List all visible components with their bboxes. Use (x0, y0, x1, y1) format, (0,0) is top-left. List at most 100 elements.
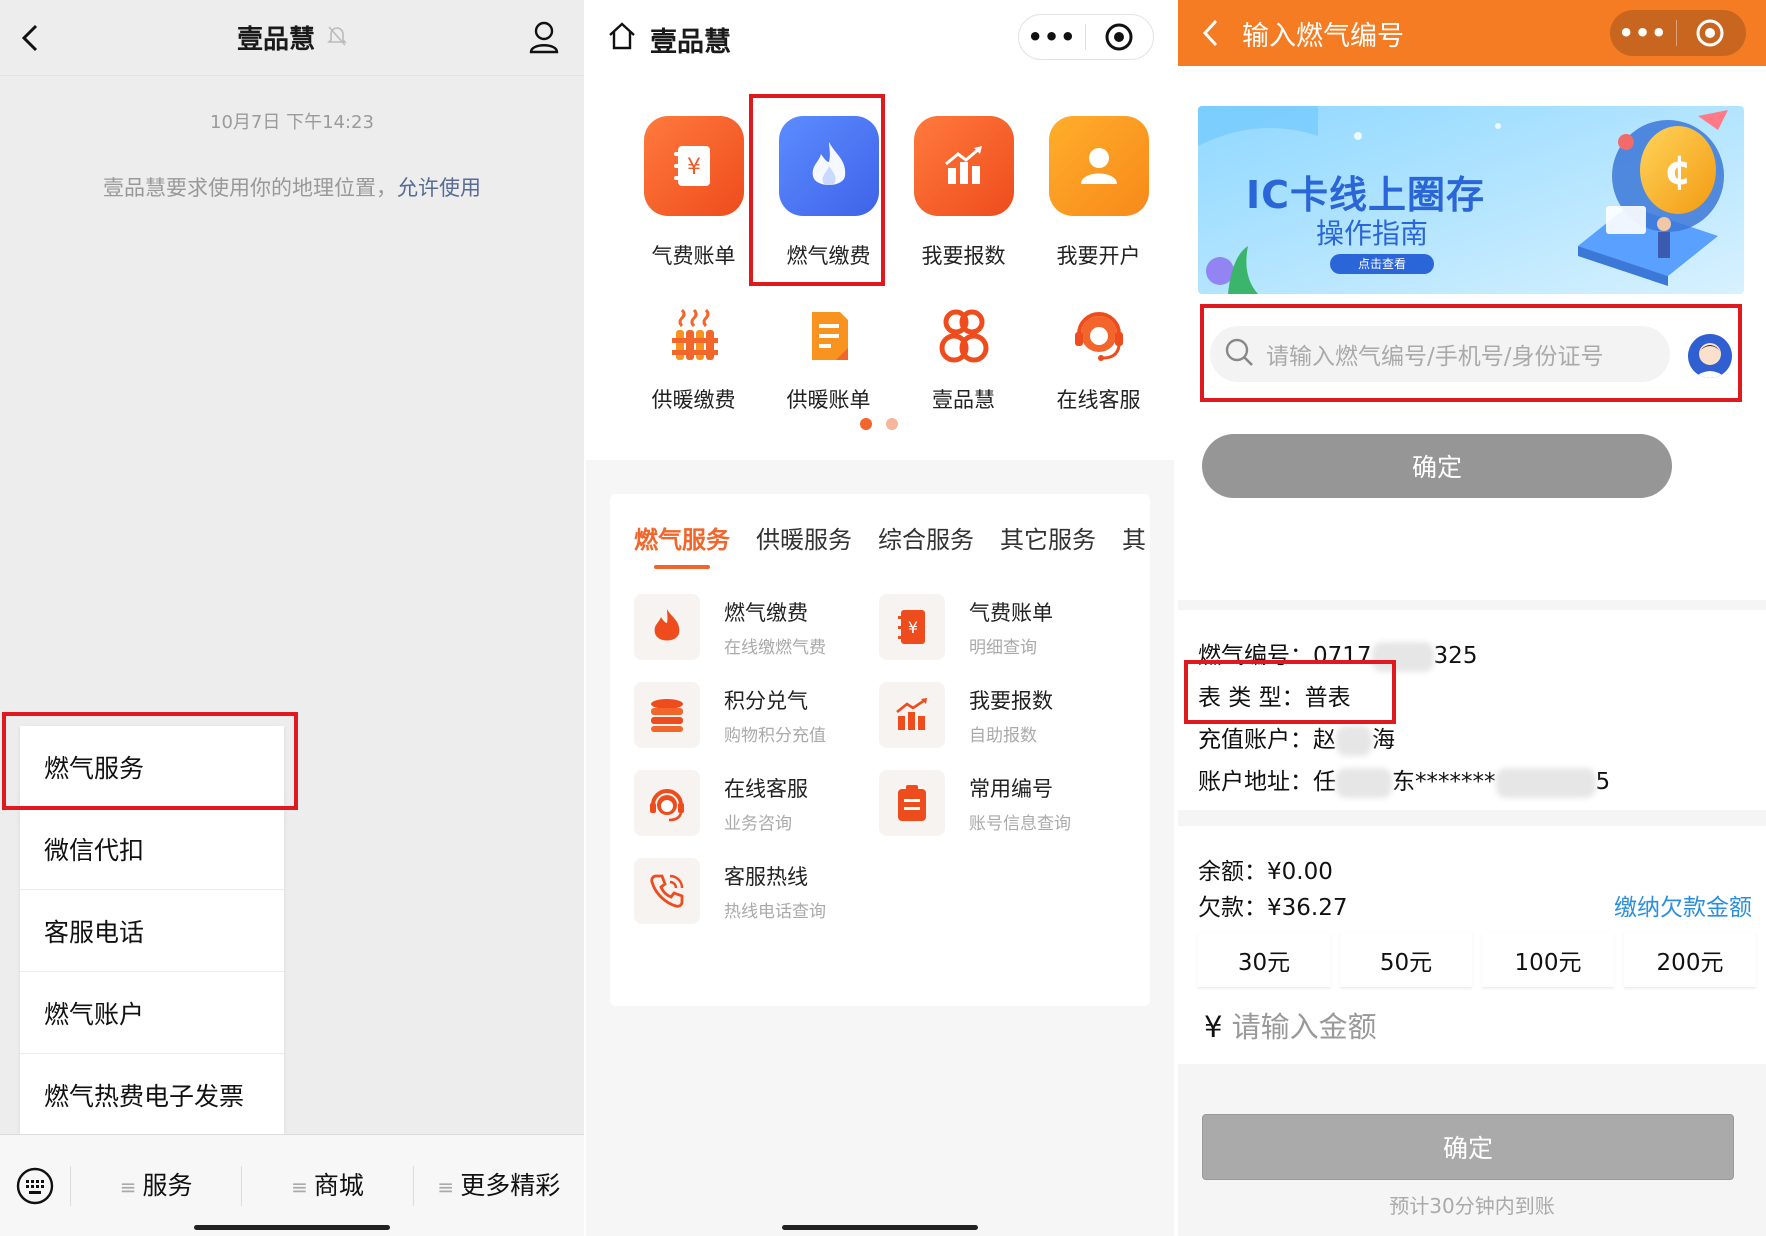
meter-type-value: 普表 (1304, 685, 1351, 711)
home-indicator (194, 1225, 390, 1230)
service-online-cs-name: 在线客服 (724, 776, 808, 801)
pay-arrears-link[interactable]: 缴纳欠款金额 (1614, 888, 1752, 922)
service-points-exchange-desc: 购物积分充值 (724, 725, 826, 746)
service-gas-bill[interactable]: ¥ 气费账单 明细查询 (879, 594, 1124, 660)
masked-value (1371, 641, 1434, 672)
balance-value: ¥0.00 (1267, 859, 1333, 885)
service-hotline-name: 客服热线 (724, 864, 808, 889)
grid-item-heating-payment[interactable]: 供暖缴费 (626, 296, 761, 414)
menu-item-gas-service[interactable]: 燃气服务 (20, 726, 284, 808)
more-dots-icon[interactable]: ••• (1019, 23, 1085, 51)
confirm-gas-number-button[interactable]: 确定 (1202, 434, 1672, 498)
service-meter-report-desc: 自助报数 (969, 725, 1037, 746)
mini-program-home: 壹品慧 ••• ¥ 气费账单 燃气缴费 我要报数 我要开户 供暖缴费 供暖账单 … (586, 0, 1174, 1236)
capsule-menu: ••• (1018, 14, 1154, 60)
service-hotline-desc: 热线电话查询 (724, 901, 826, 922)
svg-text:¥: ¥ (908, 618, 918, 637)
message-timestamp: 10月7日 下午14:23 (210, 112, 374, 133)
back-icon[interactable] (1200, 17, 1222, 53)
grid-item-heating-bill-label: 供暖账单 (786, 388, 871, 412)
service-meter-report-name: 我要报数 (969, 688, 1053, 713)
more-dots-icon[interactable]: ••• (1610, 19, 1676, 47)
page-indicator (860, 418, 898, 430)
grid-item-open-account[interactable]: 我要开户 (1031, 116, 1166, 270)
profile-icon[interactable] (528, 20, 560, 58)
amount-options: 30元 50元 100元 200元 (1198, 932, 1756, 988)
recharge-account-suffix: 海 (1372, 727, 1395, 753)
menu-item-service-phone[interactable]: 客服电话 (20, 890, 284, 972)
service-hotline[interactable]: 客服热线热线电话查询 (634, 858, 879, 924)
tab-heating-service[interactable]: 供暖服务 (756, 520, 852, 555)
menu-item-gas-account[interactable]: 燃气账户 (20, 972, 284, 1054)
radiator-icon (654, 296, 734, 376)
tab-other-service[interactable]: 其它服务 (1000, 520, 1096, 555)
bottom-tab-more[interactable]: ≡ 更多精彩 (412, 1165, 584, 1206)
gas-number-search-input[interactable]: 请输入燃气编号/手机号/身份证号 (1210, 326, 1670, 382)
service-online-cs[interactable]: 在线客服 业务咨询 (634, 770, 879, 836)
search-placeholder: 请输入燃气编号/手机号/身份证号 (1266, 344, 1604, 370)
amount-placeholder: 请输入金额 (1231, 1010, 1377, 1044)
grid-item-brand[interactable]: 壹品慧 (896, 296, 1031, 414)
grid-item-meter-report[interactable]: 我要报数 (896, 116, 1031, 270)
coins-icon (634, 682, 700, 748)
grid-item-gas-bill[interactable]: ¥ 气费账单 (626, 116, 761, 270)
masked-value (1495, 767, 1596, 798)
service-meter-report[interactable]: 我要报数 自助报数 (879, 682, 1124, 748)
service-card: 燃气服务 供暖服务 综合服务 其它服务 其 燃气缴费 在线缴燃气费 ¥ 气费账单… (610, 494, 1150, 1006)
arrears-row: 欠款：¥36.27 (1198, 888, 1347, 922)
chat-title: 壹品慧 (236, 25, 315, 55)
service-common-numbers[interactable]: 常用编号 账号信息查询 (879, 770, 1124, 836)
grid-item-meter-report-label: 我要报数 (921, 244, 1006, 268)
service-tabs: 燃气服务 供暖服务 综合服务 其它服务 其 (634, 520, 1146, 569)
page-header: 输入燃气编号 ••• (1178, 0, 1766, 66)
svg-text:¢: ¢ (1664, 148, 1692, 194)
keyboard-icon[interactable] (0, 1166, 70, 1206)
menu-item-wechat-deduction[interactable]: 微信代扣 (20, 808, 284, 890)
mute-bell-icon (327, 25, 347, 51)
banner-view-button[interactable]: 点击查看 (1330, 254, 1434, 274)
close-target-icon[interactable] (1086, 22, 1152, 52)
service-gas-payment-name: 燃气缴费 (724, 600, 808, 625)
amount-option-50[interactable]: 50元 (1340, 932, 1472, 988)
location-notice-text: 壹品慧要求使用你的地理位置， (103, 176, 397, 200)
recharge-account-prefix: 赵 (1313, 727, 1336, 753)
amount-option-100[interactable]: 100元 (1482, 932, 1614, 988)
back-icon[interactable] (18, 22, 42, 58)
menu-item-e-invoice[interactable]: 燃气热费电子发票 (20, 1054, 284, 1136)
custom-amount-input[interactable]: ¥ 请输入金额 (1204, 1004, 1377, 1046)
amount-option-200[interactable]: 200元 (1624, 932, 1756, 988)
grid-item-heating-bill[interactable]: 供暖账单 (761, 296, 896, 414)
gas-number-row: 燃气编号：0717 325 (1198, 636, 1477, 672)
promo-banner[interactable]: ¢ IC卡线上圈存 操作指南 点击查看 (1198, 106, 1744, 294)
grid-item-online-cs[interactable]: 在线客服 (1031, 296, 1166, 414)
gas-number-page: 输入燃气编号 ••• ¢ IC卡线上圈存 操作指南 点击查看 请输入燃气编号/手… (1178, 0, 1766, 1236)
bottom-tab-service[interactable]: ≡ 服务 (70, 1165, 241, 1206)
service-list: 燃气缴费 在线缴燃气费 ¥ 气费账单 明细查询 积分兑气 购物积分充值 我要报数… (634, 594, 1134, 924)
account-address-label: 账户地址： (1198, 769, 1313, 795)
headset-icon (1059, 296, 1139, 376)
phone-icon (634, 858, 700, 924)
service-gas-payment[interactable]: 燃气缴费 在线缴燃气费 (634, 594, 879, 660)
service-points-exchange[interactable]: 积分兑气 购物积分充值 (634, 682, 879, 748)
balance-row: 余额：¥0.00 (1198, 852, 1333, 886)
bottom-tab-mall[interactable]: ≡ 商城 (241, 1165, 412, 1206)
chart-icon (913, 116, 1014, 216)
arrears-label: 欠款： (1198, 895, 1267, 921)
account-address-suffix: 5 (1595, 769, 1611, 795)
chat-header: 壹品慧 (0, 0, 584, 76)
grid-item-gas-bill-label: 气费账单 (651, 244, 736, 268)
tab-general-service[interactable]: 综合服务 (878, 520, 974, 555)
close-target-icon[interactable] (1677, 18, 1743, 48)
gas-number-suffix: 325 (1433, 643, 1478, 669)
svg-text:¥: ¥ (687, 155, 701, 180)
main-icon-grid: ¥ 气费账单 燃气缴费 我要报数 我要开户 (626, 116, 1166, 270)
home-icon[interactable] (606, 20, 638, 56)
capsule-menu: ••• (1610, 10, 1746, 56)
customer-service-avatar[interactable] (1688, 334, 1732, 378)
confirm-payment-button[interactable]: 确定 (1202, 1114, 1734, 1180)
amount-option-30[interactable]: 30元 (1198, 932, 1330, 988)
tab-overflow[interactable]: 其 (1122, 520, 1146, 555)
allow-location-link[interactable]: 允许使用 (397, 176, 481, 200)
grid-item-gas-payment[interactable]: 燃气缴费 (761, 116, 896, 270)
tab-gas-service[interactable]: 燃气服务 (634, 520, 730, 569)
